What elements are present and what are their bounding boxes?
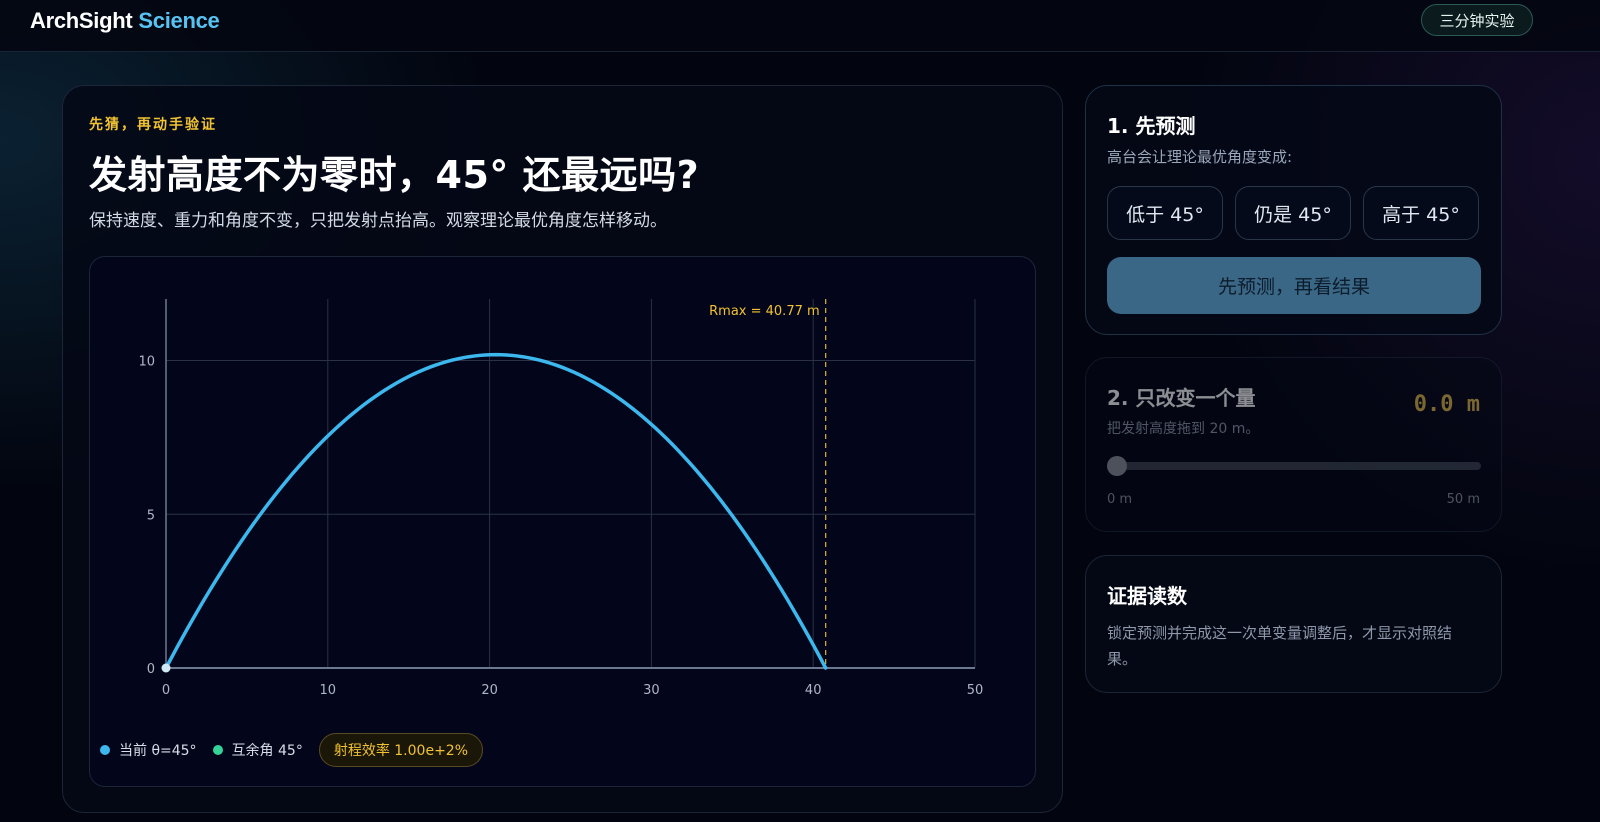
- three-minute-lab-button[interactable]: 三分钟实验: [1421, 4, 1533, 36]
- x-tick-label: 0: [162, 683, 170, 698]
- height-value-readout: 0.0 m: [1413, 392, 1480, 417]
- eyebrow-label: 先猜，再动手验证: [89, 117, 217, 133]
- top-bar: ArchSight Science 三分钟实验: [0, 0, 1600, 52]
- chart-legend: 当前 θ=45° 互余角 45° 射程效率 1.00e+2%: [100, 733, 484, 767]
- trajectory-chart: 0 10 20 30 40 50 0 5 10 Rmax = 40.77 m: [138, 299, 984, 698]
- x-tick-label: 10: [320, 683, 337, 698]
- range-efficiency-badge: 射程效率 1.00e+2%: [318, 733, 484, 767]
- slider-min-label: 0 m: [1107, 492, 1133, 507]
- evidence-heading: 证据读数: [1107, 584, 1187, 608]
- slider-max-label: 50 m: [1446, 492, 1480, 507]
- x-tick-label: 20: [481, 683, 498, 698]
- y-tick-label: 5: [147, 508, 155, 523]
- prediction-options: 低于 45° 仍是 45° 高于 45°: [1107, 186, 1491, 240]
- control-heading: 2. 只改变一个量: [1107, 386, 1256, 410]
- control-card: 2. 只改变一个量 0.0 m 把发射高度拖到 20 m。 0 m 50 m: [1085, 357, 1502, 532]
- option-higher[interactable]: 高于 45°: [1363, 186, 1479, 240]
- brand-suffix: Science: [138, 8, 220, 33]
- x-tick-label: 30: [643, 683, 660, 698]
- x-tick-label: 50: [967, 683, 984, 698]
- option-lower[interactable]: 低于 45°: [1107, 186, 1223, 240]
- chart-panel: 0 10 20 30 40 50 0 5 10 Rmax = 40.77 m 当前 θ=45° 互…: [89, 256, 1036, 787]
- page-title: 发射高度不为零时，45° 还最远吗?: [89, 153, 700, 197]
- launch-point: [161, 663, 171, 673]
- brand-logo[interactable]: ArchSight Science: [30, 8, 220, 34]
- evidence-text: 锁定预测并完成这一次单变量调整后，才显示对照结果。: [1107, 624, 1453, 668]
- control-hint: 把发射高度拖到 20 m。: [1107, 421, 1260, 437]
- experiment-card: 先猜，再动手验证 发射高度不为零时，45° 还最远吗? 保持速度、重力和角度不变…: [62, 85, 1063, 813]
- legend-dot-current: [100, 745, 110, 755]
- height-slider-track[interactable]: [1107, 462, 1481, 470]
- y-tick-label: 0: [147, 662, 155, 677]
- page-subtitle: 保持速度、重力和角度不变，只把发射点抬高。观察理论最优角度怎样移动。: [89, 211, 667, 231]
- predict-heading: 1. 先预测: [1107, 114, 1196, 138]
- evidence-card: 证据读数 锁定预测并完成这一次单变量调整后，才显示对照结果。: [1085, 555, 1502, 693]
- legend-item-complement: 互余角 45°: [212, 740, 303, 760]
- y-tick-label: 10: [138, 355, 155, 370]
- brand-name: ArchSight: [30, 8, 133, 33]
- trajectory-current: [164, 352, 828, 670]
- predict-submit-button[interactable]: 先预测，再看结果: [1107, 257, 1481, 314]
- legend-label-complement: 互余角 45°: [231, 743, 303, 759]
- legend-label-current: 当前 θ=45°: [119, 743, 197, 759]
- predict-question: 高台会让理论最优角度变成:: [1107, 148, 1293, 166]
- option-same[interactable]: 仍是 45°: [1235, 186, 1351, 240]
- rmax-label: Rmax = 40.77 m: [709, 304, 820, 319]
- legend-item-current: 当前 θ=45°: [100, 740, 197, 760]
- predict-card: 1. 先预测 高台会让理论最优角度变成: 低于 45° 仍是 45° 高于 45…: [1085, 85, 1502, 335]
- height-slider-thumb[interactable]: [1107, 456, 1127, 476]
- x-tick-label: 40: [805, 683, 822, 698]
- legend-dot-complement: [212, 745, 223, 755]
